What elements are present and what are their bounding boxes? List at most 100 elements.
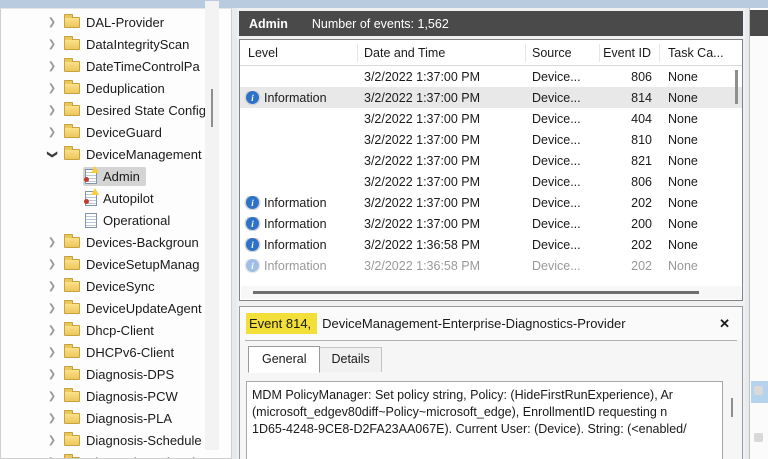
table-horizontal-scrollbar-thumb[interactable]: [253, 291, 699, 294]
chevron-collapsed-icon[interactable]: ❯: [45, 39, 59, 50]
cell-source: Device...: [532, 216, 581, 231]
chevron-expanded-icon[interactable]: ❯: [47, 147, 58, 161]
chevron-collapsed-icon[interactable]: ❯: [45, 237, 59, 248]
tree-item-diagnosis-scripted[interactable]: ❯Diagnosis-Scripted: [1, 451, 207, 458]
tree-item-devicesync[interactable]: ❯ DeviceSync: [1, 275, 207, 297]
table-row[interactable]: i Information 3/2/2022 1:37:00 PM Device...…: [240, 87, 742, 108]
tree-item-label: DateTimeControlPa: [86, 58, 200, 74]
tree-item-devicesetupmanag[interactable]: ❯ DeviceSetupManag: [1, 253, 207, 275]
chevron-collapsed-icon[interactable]: ❯: [45, 127, 59, 138]
close-icon[interactable]: ✕: [717, 316, 732, 332]
tree-item-content: Diagnosis-Scripted: [62, 453, 201, 458]
tab-details[interactable]: Details: [320, 347, 382, 372]
tree-item-dal-provider[interactable]: ❯ DAL-Provider: [1, 11, 207, 33]
chevron-collapsed-icon[interactable]: ❯: [45, 413, 59, 424]
chevron-collapsed-icon[interactable]: ❯: [45, 281, 59, 292]
folder-icon: [64, 387, 80, 402]
tree-item-content: DeviceSetupManag: [62, 255, 205, 274]
column-header-task-ca[interactable]: Task Ca...: [660, 44, 742, 62]
folder-icon: [64, 123, 80, 138]
tree-item-label: DAL-Provider: [86, 14, 165, 30]
cell-level: i Information: [240, 238, 358, 252]
chevron-collapsed-icon[interactable]: ❯: [45, 391, 59, 402]
cell-datetime: 3/2/2022 1:37:00 PM: [364, 69, 481, 84]
tree-scrollbar-thumb[interactable]: [211, 89, 213, 127]
column-header-date-and-time[interactable]: Date and Time: [358, 43, 526, 62]
tree-item-diagnosis-schedule[interactable]: ❯ Diagnosis-Schedule: [1, 429, 207, 451]
cell-task-category: None: [668, 216, 698, 231]
table-horizontal-scrollbar[interactable]: [241, 286, 741, 299]
tree-item-diagnosis-pcw[interactable]: ❯ Diagnosis-PCW: [1, 385, 207, 407]
tree-item-label: DataIntegrityScan: [86, 36, 190, 52]
folder-icon: [64, 101, 80, 116]
tree-item-diagnosis-dps[interactable]: ❯ Diagnosis-DPS: [1, 363, 207, 385]
tree-item-label: DeviceSync: [86, 278, 155, 294]
tab-general[interactable]: General: [248, 346, 321, 373]
detail-scrollbar-thumb[interactable]: [731, 398, 733, 417]
chevron-collapsed-icon[interactable]: ❯: [45, 17, 59, 28]
log-alert-icon: [84, 165, 99, 184]
tree-item-content: Operational: [83, 211, 176, 230]
event-count: Number of events: 1,562: [311, 16, 449, 31]
table-row[interactable]: i Information 3/2/2022 1:37:00 PM Device...…: [240, 192, 742, 213]
table-row[interactable]: 3/2/2022 1:37:00 PM Device... 404 None: [240, 108, 742, 129]
chevron-collapsed-icon[interactable]: ❯: [45, 303, 59, 314]
tree-item-content: DeviceSync: [62, 277, 161, 296]
event-number-highlight: Event 814,: [246, 313, 318, 334]
tree-item-admin[interactable]: Admin: [1, 165, 207, 187]
tree-item-diagnosis-pla[interactable]: ❯ Diagnosis-PLA: [1, 407, 207, 429]
table-row[interactable]: 3/2/2022 1:37:00 PM Device... 806 None: [240, 66, 742, 87]
cell-datetime: 3/2/2022 1:37:00 PM: [364, 153, 481, 168]
column-header-level[interactable]: Level: [240, 43, 358, 62]
column-header-event-id[interactable]: Event ID: [600, 43, 660, 62]
tree-item-content: DHCPv6-Client: [62, 343, 180, 362]
tree-item-content: Diagnosis-Schedule: [62, 431, 207, 450]
cell-event-id: 200: [631, 216, 652, 231]
tree-item-datetimecontrolpa[interactable]: ❯ DateTimeControlPa: [1, 55, 207, 77]
tree-item-dhcp-client[interactable]: ❯ Dhcp-Client: [1, 319, 207, 341]
cell-task-category: None: [668, 174, 698, 189]
table-row[interactable]: 3/2/2022 1:37:00 PM Device... 806 None: [240, 171, 742, 192]
table-vertical-scrollbar-thumb[interactable]: [735, 70, 738, 104]
table-row[interactable]: i Information 3/2/2022 1:37:00 PM Device...…: [240, 213, 742, 234]
tree-item-deviceupdateagent[interactable]: ❯ DeviceUpdateAgent: [1, 297, 207, 319]
error-dot-icon: [84, 198, 89, 204]
tree-item-deduplication[interactable]: ❯ Deduplication: [1, 77, 207, 99]
tree-item-content: Diagnosis-DPS: [62, 365, 180, 384]
tree-item-devicemanagement[interactable]: ❯ DeviceManagement: [1, 143, 207, 165]
cell-source: Device...: [532, 69, 581, 84]
chevron-collapsed-icon[interactable]: ❯: [45, 83, 59, 94]
tree-item-label: Dhcp-Client: [86, 322, 154, 338]
tree-item-autopilot[interactable]: Autopilot: [1, 187, 207, 209]
tree-item-dhcpv6-client[interactable]: ❯ DHCPv6-Client: [1, 341, 207, 363]
chevron-collapsed-icon[interactable]: ❯: [45, 435, 59, 446]
tree-scrollbar[interactable]: [205, 1, 219, 450]
cell-datetime: 3/2/2022 1:37:00 PM: [364, 216, 481, 231]
tree-item-operational[interactable]: Operational: [1, 209, 207, 231]
description-line: 1D65-4248-9CE8-D2FA23AA067E). Current Us…: [252, 422, 687, 436]
table-row[interactable]: i Information 3/2/2022 1:36:58 PM Device...…: [240, 234, 742, 255]
tree-item-dataintegrityscan[interactable]: ❯ DataIntegrityScan: [1, 33, 207, 55]
tree-item-desired-state-config[interactable]: ❯ Desired State Config: [1, 99, 207, 121]
table-row[interactable]: 3/2/2022 1:37:00 PM Device... 810 None: [240, 129, 742, 150]
chevron-collapsed-icon[interactable]: ❯: [45, 369, 59, 380]
tree-item-deviceguard[interactable]: ❯ DeviceGuard: [1, 121, 207, 143]
chevron-collapsed-icon[interactable]: ❯: [45, 347, 59, 358]
action-item-icon: [754, 386, 763, 395]
information-icon: i: [246, 259, 259, 272]
chevron-collapsed-icon[interactable]: ❯: [45, 325, 59, 336]
chevron-collapsed-icon[interactable]: ❯: [45, 259, 59, 270]
folder-icon: [64, 277, 80, 292]
tree-item-devices-backgroun[interactable]: ❯ Devices-Backgroun: [1, 231, 207, 253]
tree-item-label: Autopilot: [103, 190, 154, 206]
cell-event-id: 202: [631, 195, 652, 210]
tree-item-content: DAL-Provider: [62, 13, 170, 32]
event-description-text[interactable]: MDM PolicyManager: Set policy string, Po…: [246, 381, 723, 459]
tree-item-content: Dhcp-Client: [62, 321, 160, 340]
column-header-source[interactable]: Source: [526, 43, 600, 62]
table-row[interactable]: i Information 3/2/2022 1:36:58 PM Device...…: [240, 255, 742, 276]
log-title: Admin: [249, 16, 288, 31]
table-row[interactable]: 3/2/2022 1:37:00 PM Device... 821 None: [240, 150, 742, 171]
chevron-collapsed-icon[interactable]: ❯: [45, 61, 59, 72]
chevron-collapsed-icon[interactable]: ❯: [45, 105, 59, 116]
